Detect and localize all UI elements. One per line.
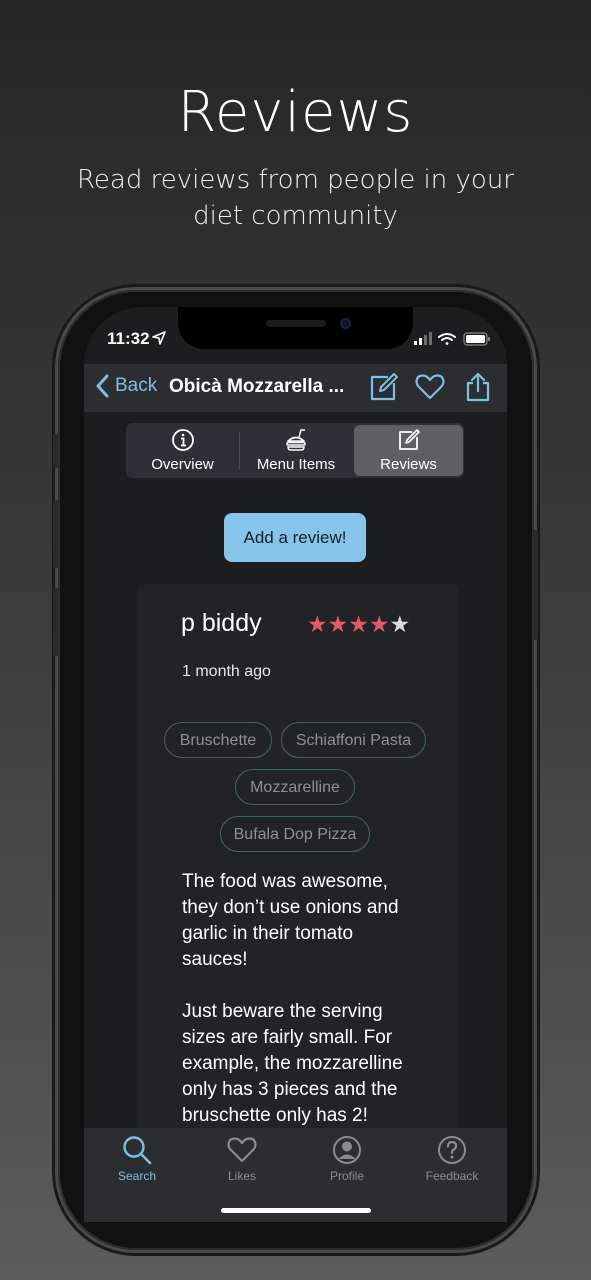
tabbar-label: Feedback bbox=[425, 1169, 479, 1183]
dish-chip[interactable]: Bufala Dop Pizza bbox=[220, 816, 370, 852]
profile-icon bbox=[333, 1136, 361, 1164]
review-time: 1 month ago bbox=[182, 663, 271, 680]
star-empty-icon: ★ bbox=[389, 611, 411, 637]
tab-reviews[interactable]: Reviews bbox=[354, 425, 463, 476]
location-arrow-icon bbox=[152, 331, 166, 345]
power-button bbox=[533, 530, 538, 640]
tabbar-item-search[interactable]: Search bbox=[97, 1135, 177, 1183]
reviewer-name: p biddy bbox=[181, 609, 262, 637]
tabbar-label: Likes bbox=[227, 1169, 256, 1183]
restaurant-title: Obicà Mozzarella ... bbox=[169, 376, 345, 397]
add-review-button[interactable]: Add a review! bbox=[224, 513, 366, 562]
signal-icon bbox=[414, 332, 432, 345]
back-label: Back bbox=[115, 375, 158, 396]
volume-down-button bbox=[53, 588, 58, 656]
tabbar-item-feedback[interactable]: Feedback bbox=[412, 1135, 492, 1183]
tab-overview-label: Overview bbox=[151, 456, 214, 473]
edit-icon bbox=[398, 429, 420, 450]
tab-overview[interactable]: Overview bbox=[126, 423, 239, 478]
star-filled-icon: ★ bbox=[307, 611, 328, 637]
tab-menu-items-label: Menu Items bbox=[256, 456, 336, 473]
tabbar-item-profile[interactable]: Profile bbox=[307, 1135, 387, 1183]
heart-icon[interactable] bbox=[415, 372, 445, 402]
battery-icon bbox=[463, 332, 490, 346]
heart-icon bbox=[227, 1137, 257, 1163]
star-rating: ★★★★★ bbox=[307, 611, 410, 638]
tabbar-label: Profile bbox=[329, 1169, 364, 1183]
question-icon bbox=[438, 1136, 466, 1164]
status-time: 11:32 bbox=[107, 329, 150, 348]
tab-menu-items[interactable]: Menu Items bbox=[240, 423, 352, 478]
chevron-left-icon bbox=[96, 374, 109, 398]
status-icons bbox=[414, 332, 490, 346]
review-paragraph: The food was awesome, they don’t use oni… bbox=[182, 871, 399, 970]
mute-switch bbox=[53, 434, 58, 468]
dish-chip[interactable]: Mozzarelline bbox=[235, 769, 355, 805]
info-icon bbox=[171, 429, 194, 451]
dish-chip[interactable]: Bruschette bbox=[164, 722, 272, 758]
promo-subtitle: Read reviews from people in your diet co… bbox=[77, 165, 514, 231]
volume-up-button bbox=[53, 500, 58, 568]
tab-reviews-label: Reviews bbox=[380, 456, 437, 473]
speaker bbox=[266, 320, 326, 327]
search-icon bbox=[123, 1136, 152, 1165]
wifi-icon bbox=[438, 333, 456, 345]
food-icon bbox=[286, 429, 306, 451]
notch bbox=[178, 307, 413, 349]
star-filled-icon: ★ bbox=[368, 611, 390, 637]
dish-chip[interactable]: Schiaffoni Pasta bbox=[281, 722, 426, 758]
review-paragraph: Just beware the serving sizes are fairly… bbox=[182, 1001, 403, 1126]
tabbar-item-likes[interactable]: Likes bbox=[202, 1135, 282, 1183]
promo-title: Reviews bbox=[177, 80, 414, 145]
home-indicator bbox=[221, 1208, 371, 1213]
star-filled-icon: ★ bbox=[327, 611, 349, 637]
review-body: The food was awesome, they don’t use oni… bbox=[182, 869, 412, 1155]
share-icon[interactable] bbox=[463, 372, 493, 402]
camera bbox=[340, 318, 351, 329]
compose-icon[interactable] bbox=[368, 372, 398, 402]
star-filled-icon: ★ bbox=[348, 611, 369, 637]
tabbar-label: Search bbox=[117, 1169, 157, 1183]
back-button[interactable]: Back bbox=[95, 374, 157, 398]
